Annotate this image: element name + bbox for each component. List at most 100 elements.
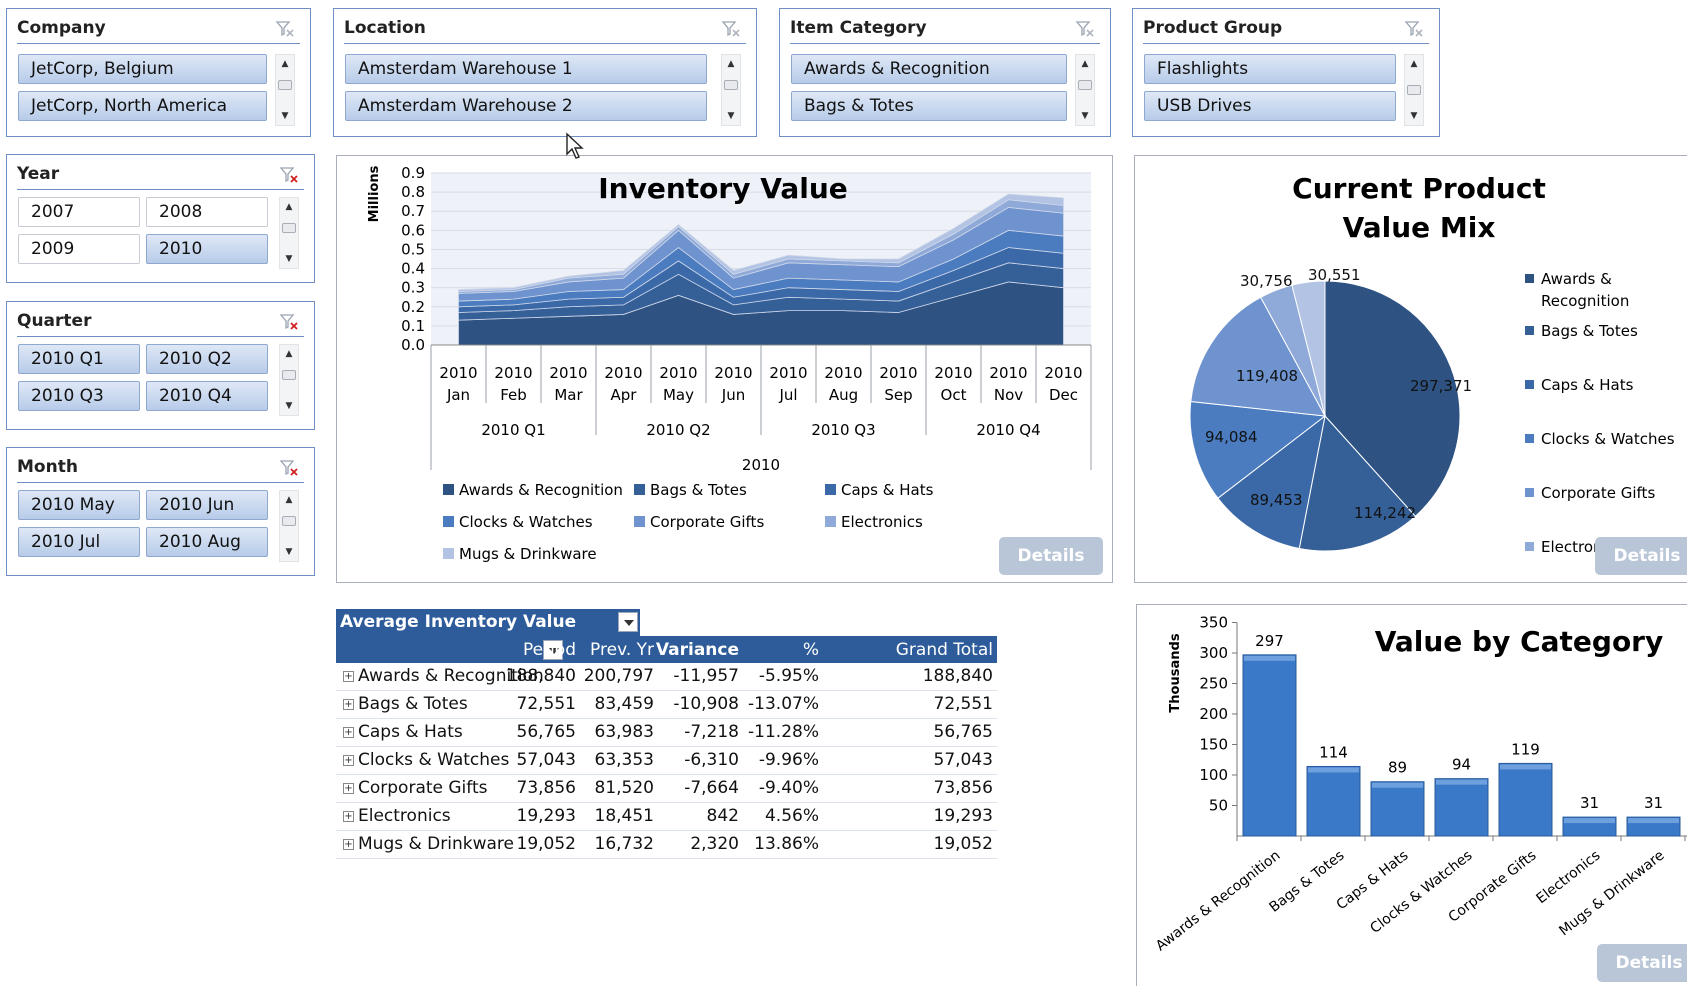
slicer-scrollbar[interactable]: ▲ ▼: [1075, 54, 1095, 126]
expand-icon[interactable]: +: [343, 699, 354, 710]
scroll-up-icon[interactable]: ▲: [280, 200, 298, 214]
y-tick-label: 0.7: [401, 202, 425, 220]
scroll-down-icon[interactable]: ▼: [280, 252, 298, 266]
cell-period: 57,043: [516, 750, 576, 770]
scroll-up-icon[interactable]: ▲: [722, 57, 740, 71]
expand-icon[interactable]: +: [343, 811, 354, 822]
scroll-up-icon[interactable]: ▲: [276, 57, 294, 71]
y-tick-label: 0.6: [401, 221, 425, 239]
pivot-row[interactable]: + Electronics 19,293 18,451 842 4.56% 19,293: [336, 803, 997, 831]
pivot-row[interactable]: + Bags & Totes 72,551 83,459 -10,908 -13.07% 7…: [336, 691, 997, 719]
slicer-item[interactable]: 2010 Aug: [146, 527, 268, 557]
cell-period: 19,052: [516, 834, 576, 854]
slicer-item[interactable]: Amsterdam Warehouse 2: [345, 91, 707, 121]
x-tick-year-group: 2010: [742, 456, 780, 474]
details-button[interactable]: Details: [1595, 537, 1687, 575]
slicer-item[interactable]: 2010 Q2: [146, 344, 268, 374]
slicer-item[interactable]: 2008: [146, 197, 268, 227]
y-tick-label: 0.0: [401, 336, 425, 354]
y-tick-label: 100: [1199, 766, 1228, 784]
scroll-down-icon[interactable]: ▼: [280, 399, 298, 413]
bar: [1434, 778, 1489, 837]
cell-percent: -9.96%: [758, 750, 819, 770]
pivot-row[interactable]: + Mugs & Drinkware 19,052 16,732 2,320 13.86%…: [336, 831, 997, 859]
pivot-rows: + Awards & Recognition 188,840 200,797 -11,9…: [336, 663, 997, 859]
product-mix-pie-chart: Current Product Value Mix 297,371 114,242 89…: [1189, 172, 1675, 556]
slicer-header: Item Category: [790, 15, 1100, 44]
cell-period: 73,856: [516, 778, 576, 798]
slicer-header: Company: [17, 15, 300, 44]
y-tick-label: 0.2: [401, 298, 425, 316]
slicer-item[interactable]: 2010 Jun: [146, 490, 268, 520]
x-tick-month: Jan: [446, 386, 470, 404]
slicer-item[interactable]: Amsterdam Warehouse 1: [345, 54, 707, 84]
cell-prev-yr: 16,732: [594, 834, 654, 854]
location-slicer: Location Amsterdam Warehouse 1 Amsterdam…: [333, 8, 757, 137]
slicer-title: Company: [17, 18, 106, 38]
slicer-scrollbar[interactable]: ▲ ▼: [1404, 54, 1424, 126]
legend-label: Recognition: [1541, 292, 1629, 310]
clear-filter-icon[interactable]: [1403, 19, 1425, 39]
clear-filter-icon[interactable]: [1074, 19, 1096, 39]
scroll-up-icon[interactable]: ▲: [280, 347, 298, 361]
scroll-down-icon[interactable]: ▼: [1405, 109, 1423, 123]
slicer-item[interactable]: USB Drives: [1144, 91, 1396, 121]
pivot-row[interactable]: + Awards & Recognition 188,840 200,797 -11,9…: [336, 663, 997, 691]
slicer-item[interactable]: JetCorp, Belgium: [18, 54, 267, 84]
pivot-row[interactable]: + Caps & Hats 56,765 63,983 -7,218 -11.28% 56,…: [336, 719, 997, 747]
bar-data-label: 119: [1511, 740, 1540, 758]
pivot-row[interactable]: + Clocks & Watches 57,043 63,353 -6,310 -9.96…: [336, 747, 997, 775]
expand-icon[interactable]: +: [343, 783, 354, 794]
pivot-filter-dropdown-icon[interactable]: [618, 612, 638, 632]
details-button[interactable]: Details: [1597, 944, 1687, 982]
y-tick-label: 0.8: [401, 183, 425, 201]
scroll-up-icon[interactable]: ▲: [280, 493, 298, 507]
cell-period: 72,551: [516, 694, 576, 714]
slicer-item[interactable]: 2010 May: [18, 490, 140, 520]
expand-icon[interactable]: +: [343, 671, 354, 682]
clear-filter-icon[interactable]: [278, 165, 300, 185]
year-slicer: Year 2007 2008 2009 2010 ▲ ▼: [6, 154, 315, 283]
expand-icon[interactable]: +: [343, 839, 354, 850]
pivot-row[interactable]: + Corporate Gifts 73,856 81,520 -7,664 -9.40%…: [336, 775, 997, 803]
x-tick-year: 2010: [549, 364, 587, 382]
cell-grand-total: 73,856: [933, 778, 993, 798]
clear-filter-icon[interactable]: [720, 19, 742, 39]
slicer-item[interactable]: Bags & Totes: [791, 91, 1067, 121]
slicer-item[interactable]: JetCorp, North America: [18, 91, 267, 121]
slicer-item[interactable]: Awards & Recognition: [791, 54, 1067, 84]
slicer-item[interactable]: 2010 Q1: [18, 344, 140, 374]
y-tick-label: 0.9: [401, 164, 425, 182]
slicer-item[interactable]: 2009: [18, 234, 140, 264]
legend-swatch: [1525, 488, 1534, 497]
scroll-up-icon[interactable]: ▲: [1076, 57, 1094, 71]
slicer-scrollbar[interactable]: ▲ ▼: [279, 344, 299, 416]
x-tick-month: Jun: [721, 386, 745, 404]
expand-icon[interactable]: +: [343, 755, 354, 766]
slicer-scrollbar[interactable]: ▲ ▼: [279, 490, 299, 562]
row-label: Electronics: [358, 806, 451, 826]
slicer-item[interactable]: Flashlights: [1144, 54, 1396, 84]
expand-icon[interactable]: +: [343, 727, 354, 738]
slicer-scrollbar[interactable]: ▲ ▼: [721, 54, 741, 126]
slicer-scrollbar[interactable]: ▲ ▼: [275, 54, 295, 126]
clear-filter-icon[interactable]: [278, 312, 300, 332]
x-tick-year: 2010: [714, 364, 752, 382]
slicer-item[interactable]: 2007: [18, 197, 140, 227]
scroll-down-icon[interactable]: ▼: [1076, 109, 1094, 123]
scroll-down-icon[interactable]: ▼: [722, 109, 740, 123]
details-button[interactable]: Details: [999, 537, 1103, 575]
slicer-item-selected[interactable]: 2010: [146, 234, 268, 264]
scroll-down-icon[interactable]: ▼: [280, 545, 298, 559]
slicer-title: Month: [17, 457, 78, 477]
slicer-scrollbar[interactable]: ▲ ▼: [279, 197, 299, 269]
slicer-item[interactable]: 2010 Jul: [18, 527, 140, 557]
bar: [1370, 781, 1425, 837]
clear-filter-icon[interactable]: [274, 19, 296, 39]
clear-filter-icon[interactable]: [278, 458, 300, 478]
slicer-item[interactable]: 2010 Q4: [146, 381, 268, 411]
scroll-down-icon[interactable]: ▼: [276, 109, 294, 123]
bar-data-label: 297: [1255, 632, 1284, 650]
scroll-up-icon[interactable]: ▲: [1405, 57, 1423, 71]
slicer-item[interactable]: 2010 Q3: [18, 381, 140, 411]
